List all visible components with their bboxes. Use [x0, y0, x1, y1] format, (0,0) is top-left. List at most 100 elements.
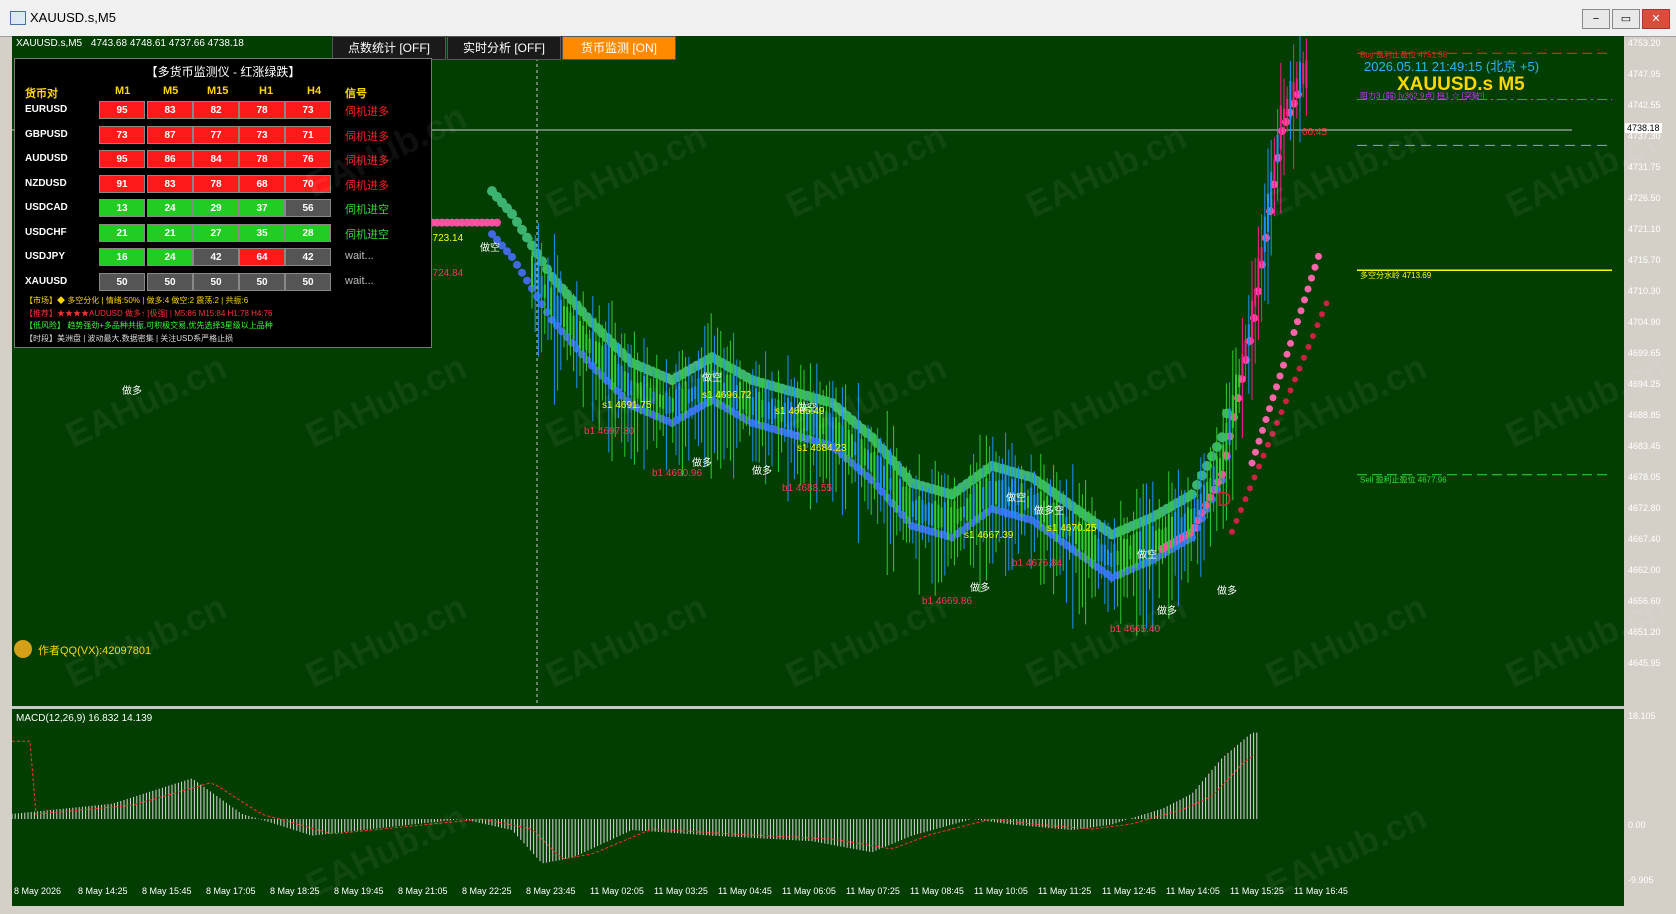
- candle-body: [889, 478, 892, 490]
- sar-dot: [1229, 528, 1235, 535]
- sar-dot: [1323, 300, 1330, 307]
- price-tick-label: 4688.85: [1628, 410, 1661, 420]
- sar-dot: [1311, 263, 1319, 271]
- window-title: XAUUSD.s,M5: [30, 10, 116, 25]
- price-tick-label: 4651.20: [1628, 627, 1661, 637]
- candle-body: [556, 295, 559, 323]
- candle-body: [927, 502, 930, 525]
- strength-cell: 37: [239, 199, 285, 217]
- candle-body: [1094, 535, 1097, 562]
- strength-cell: 27: [193, 223, 239, 242]
- time-tick-label: 11 May 06:05: [782, 886, 836, 896]
- candle-body: [1276, 134, 1279, 163]
- signal-annotation: 做空: [797, 401, 817, 414]
- time-tick-label: 8 May 14:25: [78, 886, 128, 896]
- ma-band-dot: [1262, 233, 1270, 242]
- candle-body: [761, 400, 764, 418]
- datetime-label: 2026.05.11 21:49:15 (北京 +5): [1364, 59, 1540, 74]
- sar-dot: [1319, 311, 1325, 318]
- tab-point-stats[interactable]: 点数统计 [OFF]: [332, 36, 446, 60]
- candle-body: [982, 487, 985, 509]
- monitor-note: 【推荐】★★★★AUDUSD 做多↑ [极强] | M5:86 M15:84 H…: [25, 308, 273, 318]
- sar-dot: [1269, 394, 1277, 402]
- sar-dot: [1238, 507, 1244, 514]
- strength-cell: 68: [239, 174, 285, 193]
- sar-dot: [1278, 409, 1285, 416]
- signal-annotation: 做多: [1217, 584, 1237, 597]
- tab-realtime-analysis[interactable]: 实时分析 [OFF]: [447, 36, 561, 60]
- time-tick-label: 11 May 16:45: [1294, 886, 1348, 896]
- candle-body: [1161, 529, 1164, 545]
- candle-body: [937, 504, 940, 529]
- close-button[interactable]: ✕: [1642, 9, 1670, 29]
- strength-cell: 95: [99, 101, 145, 119]
- candle-body: [675, 389, 677, 418]
- strength-cell: 50: [239, 272, 285, 291]
- candle-body: [985, 478, 988, 514]
- candle-body: [659, 394, 661, 408]
- sar-dot: [1247, 485, 1253, 492]
- price-tick-label: 4645.95: [1628, 658, 1661, 668]
- candle-body: [1203, 484, 1205, 510]
- strength-cell: 16: [99, 248, 145, 266]
- candle-body: [604, 343, 607, 381]
- candle-body: [1027, 496, 1029, 508]
- window-titlebar: XAUUSD.s,M5 − ▭ ✕: [0, 0, 1676, 37]
- signal-annotation: 4724.84: [427, 268, 464, 279]
- strength-cell: 21: [99, 223, 145, 242]
- signal-annotation: b1 4697.30: [584, 426, 634, 437]
- candle-body: [601, 345, 604, 373]
- strength-cell: 87: [147, 125, 193, 144]
- candle-body: [1260, 246, 1263, 265]
- strength-cell: 73: [285, 101, 331, 119]
- time-tick-label: 8 May 23:45: [526, 886, 576, 896]
- candle-body: [886, 458, 889, 503]
- candle-body: [585, 334, 588, 351]
- d-marker: D: [1217, 489, 1231, 511]
- sar-dot: [1242, 496, 1249, 503]
- monitor-note: 【低风险】 趋势强劲+多品种共振,可积极交易,优先选择3星级以上品种: [25, 321, 273, 330]
- candle-body: [1107, 550, 1109, 565]
- time-tick-label: 11 May 11:25: [1038, 886, 1092, 896]
- chart-area[interactable]: Buy 盈利止盈位 4751.58 阻力3 (弱) [v362.9点] 档1 ☆ …: [12, 36, 1624, 906]
- signal-annotation: b1 4690.96: [652, 468, 702, 479]
- pair-label-nzdusd: NZDUSD: [25, 177, 67, 189]
- candle-body: [1171, 516, 1173, 547]
- candle-body: [959, 507, 962, 521]
- candle-body: [614, 355, 617, 389]
- candle-body: [1263, 216, 1266, 253]
- candle-body: [1113, 543, 1116, 576]
- strength-cell: 71: [285, 125, 331, 144]
- strength-cell: 28: [285, 223, 331, 242]
- candle-body: [940, 507, 943, 528]
- pair-label-gbpusd: GBPUSD: [25, 128, 68, 140]
- candle-body: [1119, 534, 1122, 579]
- ma-band-dot: [533, 292, 541, 301]
- macd-panel[interactable]: MACD(12,26,9) 16.832 14.139: [12, 709, 1624, 906]
- signal-annotation: 4723.14: [427, 233, 464, 244]
- time-tick-label: 8 May 2026: [14, 886, 62, 896]
- tab-currency-monitor[interactable]: 货币监测 [ON]: [562, 36, 676, 60]
- ma-band-dot: [493, 218, 501, 227]
- price-tick-label: 4694.25: [1628, 379, 1661, 389]
- macd-label: MACD(12,26,9) 16.832 14.139: [16, 713, 153, 724]
- strength-cell: 83: [147, 174, 193, 193]
- candle-body: [851, 434, 853, 458]
- maximize-button[interactable]: ▭: [1612, 9, 1640, 29]
- candle-body: [953, 500, 956, 537]
- strength-cell: 35: [239, 223, 285, 242]
- strength-cell: 56: [285, 199, 331, 217]
- candle-body: [1164, 527, 1167, 544]
- candle-body: [671, 398, 674, 413]
- sar-dot: [1260, 452, 1267, 459]
- candle-body: [1289, 81, 1292, 120]
- signal-annotation: 做多: [122, 384, 142, 397]
- sar-dot: [1287, 387, 1294, 394]
- candle-body: [899, 478, 901, 512]
- signal-label: 伺机进空: [345, 204, 389, 216]
- minimize-button[interactable]: −: [1582, 9, 1610, 29]
- candle-body: [911, 501, 914, 517]
- macd-tick-label: 18.105: [1628, 711, 1656, 721]
- strength-cell: 24: [147, 248, 193, 266]
- candle-body: [1001, 480, 1004, 510]
